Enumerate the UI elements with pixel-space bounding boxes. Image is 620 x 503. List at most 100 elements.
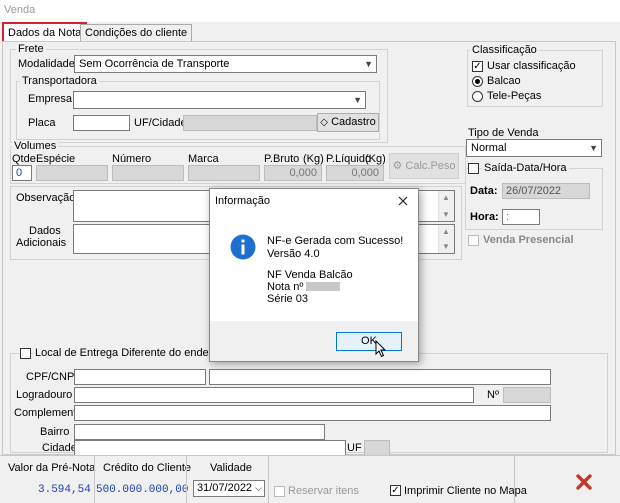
data-input[interactable]: 26/07/2022 bbox=[502, 183, 590, 199]
divider bbox=[186, 456, 187, 503]
scrollbar[interactable]: ▲ ▼ bbox=[438, 225, 454, 253]
cadastro-button[interactable]: ◇ Cadastro bbox=[317, 113, 379, 132]
complemento-input[interactable] bbox=[74, 405, 551, 421]
data-value: 26/07/2022 bbox=[506, 185, 562, 197]
cpf-cnpj-input[interactable] bbox=[74, 369, 206, 385]
imprimir-cliente-checkbox[interactable]: ✓ bbox=[390, 485, 401, 496]
venda-presencial-checkbox[interactable] bbox=[468, 235, 479, 246]
valor-pre-nota-label: Valor da Pré-Nota bbox=[8, 462, 96, 474]
tele-pecas-radio[interactable] bbox=[472, 91, 483, 102]
credito-value: 500.000.000,00 bbox=[96, 484, 189, 496]
especie-input bbox=[36, 165, 108, 181]
chevron-down-icon: ▼ bbox=[353, 95, 362, 105]
cidade-label: Cidade bbox=[42, 442, 77, 454]
hora-input[interactable]: : bbox=[502, 209, 540, 225]
volumes-group: Volumes Qtde Espécie Número Marca P.Brut… bbox=[10, 140, 466, 184]
kg-header-1: (Kg) bbox=[303, 153, 324, 165]
footer-bar: Valor da Pré-Nota 3.594,54 Crédito do Cl… bbox=[0, 455, 620, 503]
dados-adicionais-label-2: Adicionais bbox=[16, 237, 67, 249]
close-icon bbox=[398, 196, 408, 206]
classificacao-legend: Classificação bbox=[470, 44, 539, 56]
saida-group: Saída-Data/Hora Data: 26/07/2022 Hora: : bbox=[465, 162, 603, 230]
info-icon bbox=[230, 234, 256, 260]
calc-peso-button[interactable]: ⚙ Calc.Peso bbox=[389, 153, 459, 179]
peso-bruto-header: P.Bruto bbox=[264, 153, 300, 165]
tipo-venda-label: Tipo de Venda bbox=[468, 127, 539, 139]
local-entrega-group: Local de Entrega Diferente do endereço d… bbox=[10, 347, 608, 456]
valor-pre-nota-value: 3.594,54 bbox=[38, 484, 91, 496]
ok-button[interactable]: OK bbox=[336, 332, 402, 351]
credito-label: Crédito do Cliente bbox=[103, 462, 192, 474]
reservar-itens-label: Reservar itens bbox=[288, 485, 359, 497]
calculator-icon: ⚙ bbox=[392, 160, 403, 172]
numero-input bbox=[112, 165, 184, 181]
empresa-select[interactable]: ▼ bbox=[73, 91, 366, 109]
dialog-line-1: NF-e Gerada com Sucesso! bbox=[267, 235, 404, 247]
tab-strip: Dados da Nota Condições do cliente bbox=[0, 22, 620, 44]
peso-liquido-input: 0,000 bbox=[326, 165, 384, 181]
marca-header: Marca bbox=[188, 153, 219, 165]
frete-group: Frete Modalidade Sem Ocorrência de Trans… bbox=[10, 43, 388, 143]
dialog-close-button[interactable] bbox=[396, 194, 410, 208]
imprimir-cliente-label: Imprimir Cliente no Mapa bbox=[404, 485, 527, 497]
info-dialog: Informação NF-e Gerada com Sucesso! Vers… bbox=[209, 188, 419, 362]
divider bbox=[94, 456, 95, 503]
close-icon bbox=[576, 474, 592, 490]
nome-input[interactable] bbox=[209, 369, 551, 385]
bairro-label: Bairro bbox=[40, 426, 70, 438]
qtde-input[interactable]: 0 bbox=[12, 165, 32, 181]
kg-header-2: (Kg) bbox=[365, 153, 386, 165]
marca-input bbox=[188, 165, 260, 181]
validade-value: 31/07/2022 bbox=[197, 482, 253, 494]
local-entrega-checkbox[interactable] bbox=[20, 348, 31, 359]
reservar-itens-checkbox[interactable] bbox=[274, 486, 285, 497]
validade-date-picker[interactable]: 31/07/2022 ⌵ bbox=[193, 480, 265, 497]
especie-header: Espécie bbox=[36, 153, 76, 165]
numero-label: Nº bbox=[487, 389, 499, 401]
scrollbar[interactable]: ▲ ▼ bbox=[438, 191, 454, 221]
dialog-line-2: Versão 4.0 bbox=[267, 248, 320, 260]
divider bbox=[514, 456, 515, 503]
logradouro-input[interactable] bbox=[74, 387, 474, 403]
close-button[interactable] bbox=[574, 472, 594, 492]
chevron-down-icon: ▼ bbox=[364, 59, 373, 69]
tab-condicoes-do-cliente[interactable]: Condições do cliente bbox=[80, 24, 193, 41]
modalidade-value: Sem Ocorrência de Transporte bbox=[79, 58, 230, 70]
tipo-venda-select[interactable]: Normal ▼ bbox=[466, 139, 602, 157]
numero-header: Número bbox=[112, 153, 152, 165]
chevron-down-icon: ⌵ bbox=[255, 483, 262, 493]
transportadora-group: Transportadora Empresa ▼ Placa UF/Cidade… bbox=[16, 75, 380, 140]
redacted-number bbox=[306, 282, 340, 291]
modalidade-label: Modalidade bbox=[18, 58, 75, 70]
divider bbox=[268, 456, 269, 503]
venda-presencial-label: Venda Presencial bbox=[483, 234, 574, 246]
hora-label: Hora: bbox=[470, 211, 499, 223]
usar-classificacao-checkbox[interactable]: ✓ bbox=[472, 61, 483, 72]
numero-input bbox=[503, 387, 551, 403]
placa-label: Placa bbox=[28, 117, 56, 129]
dialog-line-3: NF Venda Balcão bbox=[267, 269, 353, 281]
validade-label: Validade bbox=[210, 462, 252, 474]
empresa-label: Empresa bbox=[28, 93, 73, 105]
dialog-line-4: Nota nº bbox=[267, 281, 304, 293]
uf-input bbox=[364, 440, 390, 456]
saida-checkbox[interactable] bbox=[468, 163, 479, 174]
cpf-cnpj-label: CPF/CNPJ bbox=[26, 371, 80, 383]
peso-bruto-input: 0,000 bbox=[264, 165, 322, 181]
eraser-icon: ◇ bbox=[320, 117, 328, 128]
classificacao-group: Classificação ✓ Usar classificação Balca… bbox=[467, 44, 603, 107]
bairro-input[interactable] bbox=[74, 424, 325, 440]
balcao-label: Balcao bbox=[487, 75, 521, 87]
placa-input[interactable] bbox=[73, 115, 130, 131]
cidade-input[interactable] bbox=[74, 440, 346, 456]
uf-label: UF bbox=[347, 442, 362, 454]
tele-pecas-label: Tele-Peças bbox=[487, 90, 542, 102]
saida-label: Saída-Data/Hora bbox=[482, 162, 569, 174]
tipo-venda-value: Normal bbox=[471, 142, 507, 154]
balcao-radio[interactable] bbox=[472, 76, 483, 87]
uf-cidade-label: UF/Cidade bbox=[134, 117, 187, 129]
modalidade-select[interactable]: Sem Ocorrência de Transporte ▼ bbox=[74, 55, 377, 73]
uf-cidade-input bbox=[183, 115, 317, 131]
window-title: Venda bbox=[4, 4, 36, 16]
complemento-label: Complemento bbox=[14, 407, 83, 419]
